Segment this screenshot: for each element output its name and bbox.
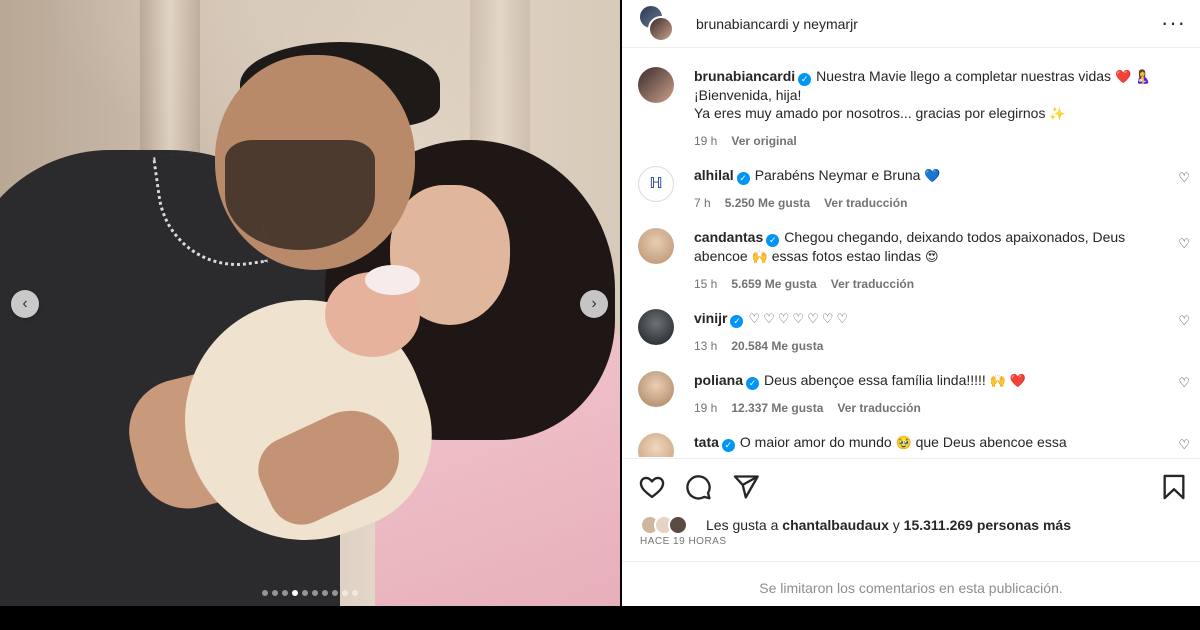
see-translation-link[interactable]: Ver traducción bbox=[824, 194, 907, 212]
caption-text: ¡Bienvenida, hija! bbox=[694, 87, 802, 103]
next-photo-button[interactable]: › bbox=[580, 290, 608, 318]
comment-text: que Deus abencoe essa bbox=[915, 434, 1067, 450]
avatar[interactable] bbox=[638, 228, 674, 264]
carousel-dot bbox=[262, 590, 268, 596]
comment-likes[interactable]: 12.337 Me gusta bbox=[731, 399, 823, 417]
carousel-dot bbox=[342, 590, 348, 596]
comment-like-heart-icon[interactable]: ♡ bbox=[1178, 437, 1190, 453]
carousel-dot bbox=[272, 590, 278, 596]
comment-like-heart-icon[interactable]: ♡ bbox=[1178, 313, 1190, 329]
carousel-dots bbox=[0, 590, 620, 596]
carousel-dot bbox=[282, 590, 288, 596]
comment-time: 7 h bbox=[694, 196, 711, 210]
verified-badge-icon: ✓ bbox=[721, 439, 735, 452]
likes-count[interactable]: 15.311.269 personas más bbox=[904, 517, 1071, 533]
verified-badge-icon: ✓ bbox=[736, 172, 750, 185]
comment-icon[interactable] bbox=[684, 473, 712, 501]
see-translation-link[interactable]: Ver traducción bbox=[831, 275, 914, 293]
comment-emoji: 🙌 ❤️ bbox=[989, 373, 1026, 388]
comment-like-heart-icon[interactable]: ♡ bbox=[1178, 236, 1190, 252]
comment-time: 19 h bbox=[694, 134, 718, 148]
avatar[interactable] bbox=[638, 371, 674, 407]
caption-emoji: ❤️ 🤱 bbox=[1114, 69, 1151, 84]
comment-time: 19 h bbox=[694, 401, 718, 415]
caption-text: Ya eres muy amado por nosotros... gracia… bbox=[694, 105, 1046, 121]
comment-text: O maior amor do mundo bbox=[739, 434, 892, 450]
heart-icon[interactable] bbox=[638, 473, 666, 501]
likes-prefix: Les gusta a bbox=[706, 517, 779, 533]
comment-likes[interactable]: 5.250 Me gusta bbox=[725, 194, 810, 212]
avatar[interactable]: ℍ bbox=[638, 166, 674, 202]
comment-likes[interactable]: 20.584 Me gusta bbox=[731, 337, 823, 355]
liker-username[interactable]: chantalbaudaux bbox=[782, 517, 889, 533]
post-side-panel: brunabiancardi y neymarjr ··· brunabianc… bbox=[622, 0, 1200, 606]
chevron-right-icon: › bbox=[591, 295, 597, 312]
comment-item: candantas ✓ Chegou chegando, deixando todo… bbox=[638, 212, 1190, 293]
carousel-dot bbox=[332, 590, 338, 596]
comment-text: essas fotos estao lindas bbox=[771, 248, 922, 264]
baby-headband bbox=[365, 265, 420, 295]
comment-username[interactable]: tata bbox=[694, 434, 719, 450]
avatar bbox=[648, 15, 674, 42]
comment-emoji: ♡♡♡♡♡♡♡ bbox=[748, 311, 852, 326]
comment-item: tata ✓ O maior amor do mundo 🥹 que Deus ab… bbox=[638, 417, 1190, 457]
comment-item: poliana ✓ Deus abençoe essa família linda!… bbox=[638, 355, 1190, 417]
comment-username[interactable]: poliana bbox=[694, 372, 743, 388]
more-options-icon[interactable]: ··· bbox=[1161, 10, 1186, 36]
verified-badge-icon: ✓ bbox=[798, 73, 812, 86]
caption-username[interactable]: brunabiancardi bbox=[694, 68, 795, 84]
verified-badge-icon: ✓ bbox=[746, 377, 760, 390]
prev-photo-button[interactable]: ‹ bbox=[11, 290, 39, 318]
carousel-dot bbox=[302, 590, 308, 596]
avatar[interactable] bbox=[638, 309, 674, 345]
post-header: brunabiancardi y neymarjr ··· bbox=[622, 0, 1200, 48]
comment-like-heart-icon[interactable]: ♡ bbox=[1178, 375, 1190, 391]
comment-username[interactable]: alhilal bbox=[694, 167, 734, 183]
post-timestamp: HACE 19 HORAS bbox=[640, 536, 727, 547]
post-photo[interactable]: ‹ › bbox=[0, 0, 620, 606]
comment-text: Deus abençoe essa família linda!!!!! bbox=[764, 372, 986, 388]
comment-emoji: 🙌 bbox=[751, 249, 768, 264]
likes-middle: y bbox=[892, 517, 900, 533]
comment-like-heart-icon[interactable]: ♡ bbox=[1178, 170, 1190, 186]
carousel-dot bbox=[312, 590, 318, 596]
comment-username[interactable]: candantas bbox=[694, 229, 763, 245]
comment-item: ℍ alhilal ✓ Parabéns Neymar e Bruna 💙 7 h … bbox=[638, 150, 1190, 212]
caption: brunabiancardi ✓ Nuestra Mavie llego a com… bbox=[638, 49, 1184, 150]
comments-list[interactable]: brunabiancardi ✓ Nuestra Mavie llego a com… bbox=[622, 49, 1200, 457]
bookmark-icon[interactable] bbox=[1160, 473, 1188, 501]
comments-limited-notice: Se limitaron los comentarios en esta pub… bbox=[622, 561, 1200, 607]
likes-summary[interactable]: Les gusta a chantalbaudaux y 15.311.269 … bbox=[640, 515, 1071, 535]
comment-emoji: 💙 bbox=[924, 168, 941, 183]
see-original-link[interactable]: Ver original bbox=[731, 132, 796, 150]
comment-time: 15 h bbox=[694, 277, 718, 291]
carousel-dot bbox=[322, 590, 328, 596]
comment-emoji: 😍 bbox=[925, 249, 939, 264]
caption-text: Nuestra Mavie llego a completar nuestras… bbox=[816, 68, 1112, 84]
comment-emoji: 🥹 bbox=[895, 435, 912, 450]
liker-avatars bbox=[640, 515, 698, 535]
carousel-dot bbox=[352, 590, 358, 596]
share-icon[interactable] bbox=[732, 473, 760, 501]
comment-likes[interactable]: 5.659 Me gusta bbox=[731, 275, 816, 293]
collab-avatars[interactable] bbox=[638, 3, 678, 44]
avatar[interactable] bbox=[638, 67, 674, 103]
comment-text: Parabéns Neymar e Bruna bbox=[754, 167, 921, 183]
comment-item: vinijr ✓ ♡♡♡♡♡♡♡ 13 h 20.584 Me gusta ♡ bbox=[638, 293, 1190, 355]
comment-time: 13 h bbox=[694, 339, 718, 353]
carousel-dot bbox=[292, 590, 298, 596]
see-translation-link[interactable]: Ver traducción bbox=[837, 399, 920, 417]
post-authors[interactable]: brunabiancardi y neymarjr bbox=[696, 16, 858, 32]
caption-emoji: ✨ bbox=[1049, 106, 1066, 121]
avatar[interactable] bbox=[638, 433, 674, 457]
verified-badge-icon: ✓ bbox=[730, 315, 744, 328]
chevron-left-icon: ‹ bbox=[22, 295, 28, 312]
verified-badge-icon: ✓ bbox=[766, 234, 780, 247]
post-actions: Les gusta a chantalbaudaux y 15.311.269 … bbox=[622, 458, 1200, 606]
avatar bbox=[668, 515, 688, 535]
comment-username[interactable]: vinijr bbox=[694, 310, 727, 326]
